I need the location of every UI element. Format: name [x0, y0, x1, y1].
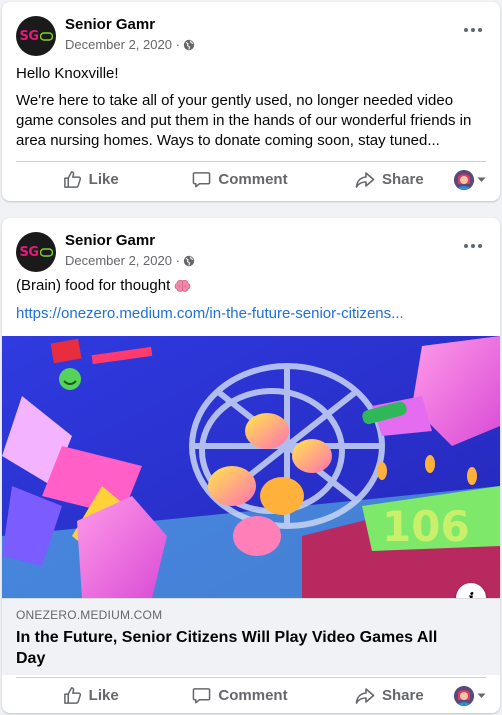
post-date[interactable]: December 2, 2020 ·	[65, 37, 180, 52]
comment-button[interactable]: Comment	[165, 678, 314, 713]
share-icon	[355, 171, 375, 188]
chevron-down-icon	[477, 177, 486, 182]
gamepad-icon	[39, 31, 53, 41]
like-label: Like	[88, 171, 119, 188]
more-options-icon[interactable]	[462, 238, 484, 254]
page-avatar[interactable]: SG	[16, 232, 56, 272]
post-text: (Brain) food for thought	[16, 277, 171, 294]
like-button[interactable]: Like	[16, 678, 165, 713]
link-preview[interactable]: ONEZERO.MEDIUM.COM In the Future, Senior…	[2, 598, 500, 675]
post-link[interactable]: https://onezero.medium.com/in-the-future…	[16, 304, 482, 324]
post-date[interactable]: December 2, 2020 ·	[65, 253, 180, 268]
share-label: Share	[381, 687, 424, 704]
like-icon	[63, 171, 81, 188]
like-icon	[63, 687, 81, 704]
like-label: Like	[88, 687, 119, 704]
reaction-selector[interactable]	[454, 170, 486, 190]
post-header: SG Senior Gamr December 2, 2020 ·	[16, 232, 486, 272]
post-header: SG Senior Gamr December 2, 2020 ·	[16, 16, 486, 56]
link-preview-image[interactable]: 106	[2, 336, 500, 598]
link-domain: ONEZERO.MEDIUM.COM	[16, 608, 163, 622]
gamepad-icon	[39, 247, 53, 257]
post-card: SG Senior Gamr December 2, 2020 · (Brain…	[2, 218, 500, 713]
globe-icon	[183, 255, 195, 266]
video-games-illustration: 106	[2, 336, 500, 598]
link-headline[interactable]: In the Future, Senior Citizens Will Play…	[16, 627, 470, 669]
post-author[interactable]: Senior Gamr	[65, 16, 155, 33]
brain-icon	[174, 279, 191, 292]
post-greeting: Hello Knoxville!	[16, 65, 119, 82]
comment-label: Comment	[218, 171, 288, 188]
post-meta: December 2, 2020 ·	[65, 253, 195, 268]
post-author[interactable]: Senior Gamr	[65, 232, 155, 249]
like-button[interactable]: Like	[16, 162, 165, 197]
share-button[interactable]: Share	[315, 162, 464, 197]
avatar-logo-text: SG	[19, 244, 39, 260]
page-avatar[interactable]: SG	[16, 16, 56, 56]
post-body: We're here to take all of your gently us…	[16, 92, 472, 149]
comment-label: Comment	[218, 687, 288, 704]
comment-button[interactable]: Comment	[165, 162, 314, 197]
post-actions: Like Comment Share	[16, 677, 486, 713]
post-meta: December 2, 2020 ·	[65, 37, 195, 52]
post-body: (Brain) food for thought	[16, 276, 482, 296]
comment-icon	[193, 688, 211, 704]
svg-text:106: 106	[382, 502, 470, 551]
user-avatar	[454, 686, 474, 706]
user-avatar	[454, 170, 474, 190]
reaction-selector[interactable]	[454, 686, 486, 706]
share-icon	[355, 687, 375, 704]
globe-icon	[183, 39, 195, 50]
share-label: Share	[381, 171, 424, 188]
avatar-logo-text: SG	[19, 28, 39, 44]
more-options-icon[interactable]	[462, 22, 484, 38]
post-actions: Like Comment Share	[16, 161, 486, 197]
chevron-down-icon	[477, 693, 486, 698]
comment-icon	[193, 172, 211, 188]
share-button[interactable]: Share	[315, 678, 464, 713]
post-card: SG Senior Gamr December 2, 2020 · Hello …	[2, 2, 500, 201]
